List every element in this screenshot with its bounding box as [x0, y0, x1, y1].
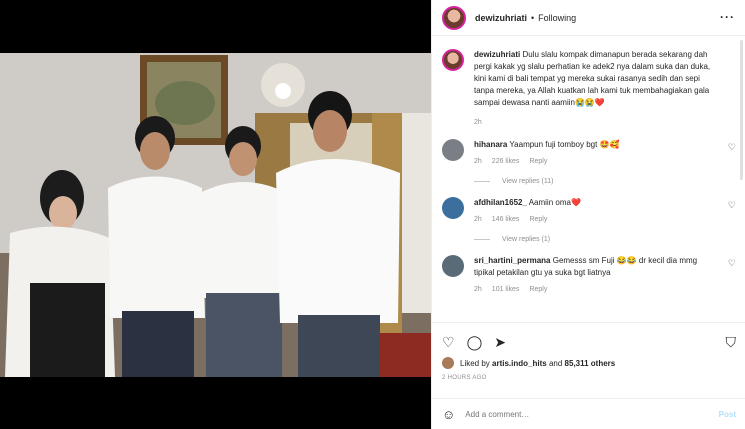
bookmark-icon[interactable]: ⛉	[726, 334, 737, 351]
comment-item: afdhilan1652_ Aamiin oma❤️ 2h 146 likes …	[442, 197, 736, 226]
comment-text: Aamiin oma❤️	[528, 198, 581, 207]
comment-like-icon[interactable]: ♡	[728, 142, 736, 153]
post-actions: ♡ ◯ ➤ ⛉ Liked by artis.indo_hits and 85,…	[432, 322, 745, 381]
view-replies-label[interactable]: View replies (11)	[502, 178, 554, 185]
replies-line	[474, 239, 490, 240]
liked-by-and: and	[548, 358, 563, 368]
liked-by-prefix: Liked by	[460, 358, 490, 368]
post-header: dewizuhriati • Following ···	[432, 0, 745, 36]
view-replies[interactable]: View replies (1)	[474, 236, 736, 243]
post-comment-button[interactable]: Post	[719, 410, 736, 419]
reply-button[interactable]: Reply	[529, 284, 547, 296]
comment-likes[interactable]: 226 likes	[492, 156, 520, 168]
add-comment-bar: ☺ Post	[432, 398, 745, 429]
post-photo[interactable]	[0, 53, 431, 377]
share-icon[interactable]: ➤	[494, 334, 506, 351]
comment-text: Yaampun fuji tomboy bgt 🤩🥰	[509, 140, 620, 149]
reply-button[interactable]: Reply	[529, 214, 547, 226]
comment-avatar[interactable]	[442, 255, 464, 277]
author-avatar[interactable]	[442, 5, 466, 30]
replies-line	[474, 181, 490, 182]
view-replies-label[interactable]: View replies (1)	[502, 236, 550, 243]
following-button[interactable]: Following	[538, 13, 576, 23]
reply-button[interactable]: Reply	[529, 156, 547, 168]
liked-by-user[interactable]: artis.indo_hits	[492, 359, 547, 368]
comment-icon[interactable]: ◯	[467, 334, 483, 351]
heart-icon[interactable]: ♡	[442, 334, 455, 351]
comment-like-icon[interactable]: ♡	[728, 258, 736, 269]
comment-likes[interactable]: 146 likes	[492, 214, 520, 226]
photo-illustration	[0, 53, 431, 377]
comment-avatar[interactable]	[442, 139, 464, 161]
liked-by: Liked by artis.indo_hits and 85,311 othe…	[442, 357, 736, 369]
post-viewer: dewizuhriati • Following ··· dewizuhriat…	[0, 0, 745, 429]
liker-avatar[interactable]	[442, 357, 454, 369]
comment-item: hihanara Yaampun fuji tomboy bgt 🤩🥰 2h 2…	[442, 139, 736, 168]
separator-dot: •	[531, 12, 535, 23]
view-replies[interactable]: View replies (11)	[474, 178, 736, 185]
comments-list[interactable]: dewizuhriati Dulu slalu kompak dimanapun…	[432, 37, 745, 320]
comment-time: 2h	[474, 216, 482, 223]
comment-username[interactable]: hihanara	[474, 140, 507, 149]
comments-scrollbar[interactable]	[740, 40, 743, 180]
action-icons: ♡ ◯ ➤ ⛉	[442, 333, 736, 351]
caption-time: 2h	[474, 119, 482, 126]
comment-likes[interactable]: 101 likes	[492, 284, 520, 296]
author-username[interactable]: dewizuhriati	[475, 13, 527, 23]
comment-username[interactable]: afdhilan1652_	[474, 198, 527, 207]
caption-username[interactable]: dewizuhriati	[474, 50, 520, 59]
comment-like-icon[interactable]: ♡	[728, 200, 736, 211]
post-side-panel: dewizuhriati • Following ··· dewizuhriat…	[431, 0, 745, 429]
emoji-icon[interactable]: ☺	[442, 407, 455, 422]
likes-count[interactable]: 85,311 others	[565, 359, 616, 368]
comment-time: 2h	[474, 286, 482, 293]
comment-time: 2h	[474, 158, 482, 165]
comment-input[interactable]	[465, 409, 719, 419]
comment-avatar[interactable]	[442, 197, 464, 219]
post-time-ago[interactable]: 2 HOURS AGO	[442, 375, 736, 381]
caption: dewizuhriati Dulu slalu kompak dimanapun…	[442, 49, 736, 129]
caption-avatar[interactable]	[442, 49, 464, 71]
post-media	[0, 0, 431, 429]
comment-username[interactable]: sri_hartini_permana	[474, 256, 550, 265]
more-icon[interactable]: ···	[720, 10, 735, 24]
comment-item: sri_hartini_permana Gemesss sm Fuji 😂😂 d…	[442, 255, 736, 296]
